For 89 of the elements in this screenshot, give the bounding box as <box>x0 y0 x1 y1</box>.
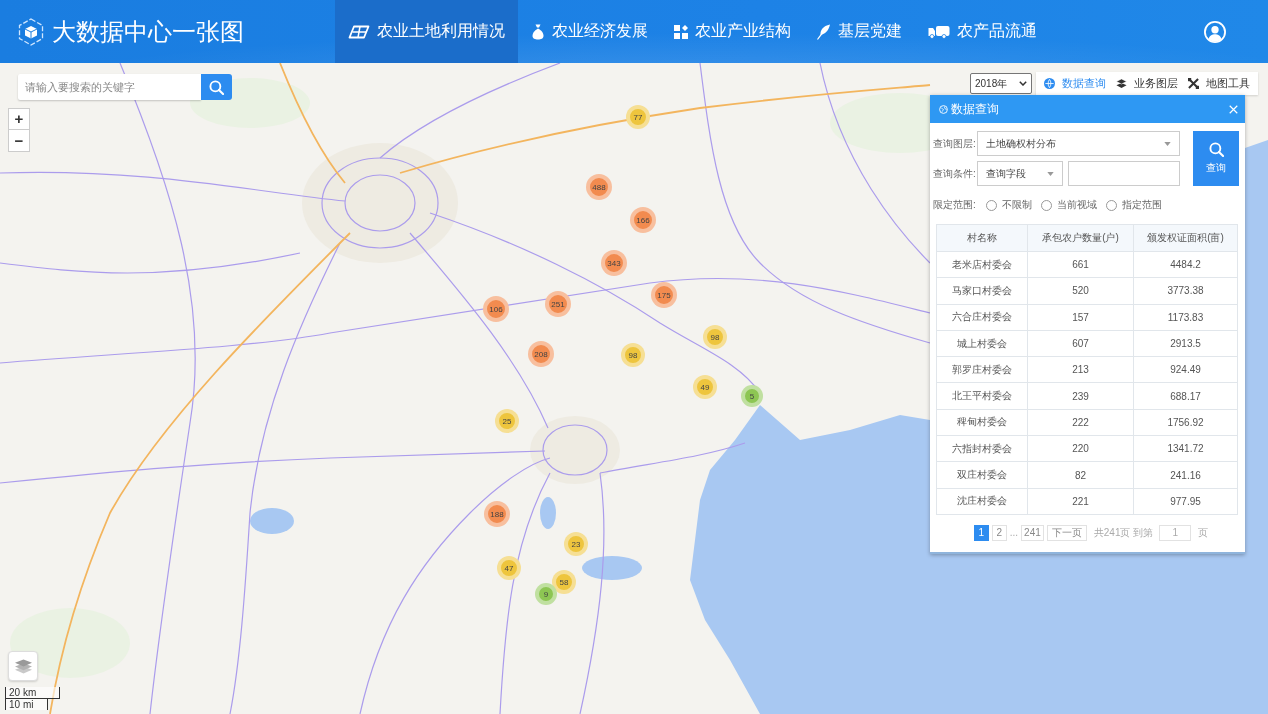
zoom-out-button[interactable]: − <box>8 130 30 152</box>
app-title: 大数据中心一张图 <box>52 16 244 47</box>
table-cell: 稗甸村委会 <box>936 409 1028 436</box>
table-cell: 城上村委会 <box>936 330 1028 357</box>
table-cell: 4484.2 <box>1133 251 1238 278</box>
search-icon <box>1208 142 1224 157</box>
table-cell: 239 <box>1027 383 1134 410</box>
table-cell: 六合庄村委会 <box>936 304 1028 331</box>
field-select[interactable]: 查询字段 <box>977 161 1063 186</box>
chevron-down-icon <box>1019 81 1027 86</box>
page-ellipsis: ... <box>1009 527 1019 539</box>
table-cell: 213 <box>1027 356 1134 383</box>
toolbar-button[interactable]: 业务图层 <box>1112 76 1182 91</box>
table-cell: 双庄村委会 <box>936 461 1028 489</box>
table-cell: 1341.72 <box>1133 435 1238 462</box>
page-button[interactable]: 241 <box>1021 524 1044 541</box>
layers-button[interactable] <box>8 651 38 681</box>
metric-scale-bar: 20 km <box>5 687 60 699</box>
table-cell: 1173.83 <box>1133 304 1238 331</box>
field-label: 查询图层: <box>933 136 977 151</box>
radio-icon[interactable] <box>1106 199 1117 211</box>
zoom-in-button[interactable]: + <box>8 108 30 130</box>
search-icon <box>209 79 224 95</box>
page-total-label: 共241页 到第 <box>1093 525 1154 540</box>
caret-icon <box>1164 141 1171 146</box>
table-cell: 157 <box>1027 304 1134 331</box>
table-cell: 241.16 <box>1133 461 1238 489</box>
next-page-button[interactable]: 下一页 <box>1046 524 1087 541</box>
page-button[interactable]: 2 <box>991 524 1007 541</box>
table-cell: 3773.38 <box>1133 277 1238 305</box>
table-cell: 沈庄村委会 <box>936 488 1028 515</box>
tools-icon <box>1188 78 1199 89</box>
globe-icon <box>1044 78 1055 89</box>
input-field[interactable] <box>1068 161 1180 186</box>
year-select[interactable]: 2018年 <box>970 73 1032 94</box>
table-cell: 520 <box>1027 277 1134 305</box>
caret-icon <box>1047 171 1054 176</box>
column-header: 颁发权证面积(亩) <box>1133 224 1238 252</box>
table-cell: 688.17 <box>1133 383 1238 410</box>
table-cell: 老米店村委会 <box>936 251 1028 278</box>
radio-option[interactable]: 指定范围 <box>1106 198 1162 212</box>
grid-icon <box>674 23 688 40</box>
table-cell: 222 <box>1027 409 1134 436</box>
leaf-icon <box>817 23 831 40</box>
radio-option[interactable]: 不限制 <box>986 198 1032 212</box>
radio-icon[interactable] <box>1041 199 1052 211</box>
search-button[interactable] <box>201 74 232 100</box>
layers-icon <box>13 657 33 675</box>
table-cell: 2913.5 <box>1133 330 1238 357</box>
table-cell: 六指封村委会 <box>936 435 1028 462</box>
column-header: 村名称 <box>936 224 1028 252</box>
table-cell: 1756.92 <box>1133 409 1238 436</box>
page-button[interactable]: 1 <box>973 524 989 541</box>
user-avatar-icon[interactable] <box>1204 20 1226 43</box>
truck-icon <box>928 24 950 39</box>
query-button[interactable]: 查询 <box>1193 131 1239 186</box>
field-label: 限定范围: <box>933 198 977 212</box>
layer-select[interactable]: 土地确权村分布 <box>977 131 1180 156</box>
imperial-scale-bar: 10 mi <box>5 699 48 710</box>
table-cell: 924.49 <box>1133 356 1238 383</box>
radio-icon[interactable] <box>986 199 997 211</box>
toolbar-button[interactable]: 地图工具 <box>1184 76 1254 91</box>
nav-tab[interactable]: 农业产业结构 <box>661 0 804 63</box>
radio-option[interactable]: 当前视域 <box>1041 198 1097 212</box>
page-unit-label: 页 <box>1198 525 1209 540</box>
table-cell: 221 <box>1027 488 1134 515</box>
field-label: 查询条件: <box>933 166 977 181</box>
money-bag-icon <box>531 23 545 40</box>
nav-tab[interactable]: 农业经济发展 <box>518 0 661 63</box>
tile-icon <box>348 24 370 39</box>
nav-tab[interactable]: 农产品流通 <box>915 0 1050 63</box>
table-cell: 977.95 <box>1133 488 1238 515</box>
panel-title: 数据查询 <box>951 100 999 118</box>
table-cell: 郭罗庄村委会 <box>936 356 1028 383</box>
layers-icon <box>1116 78 1127 89</box>
toolbar-button[interactable]: 数据查询 <box>1040 76 1110 91</box>
table-cell: 607 <box>1027 330 1134 357</box>
table-cell: 82 <box>1027 461 1134 489</box>
table-cell: 220 <box>1027 435 1134 462</box>
globe-icon <box>939 104 948 114</box>
column-header: 承包农户数量(户) <box>1027 224 1134 252</box>
table-cell: 北王平村委会 <box>936 383 1028 410</box>
cube-logo-icon <box>18 17 44 46</box>
search-field[interactable]: 请输入要搜索的关键字 <box>18 74 201 100</box>
close-icon[interactable] <box>1229 104 1238 114</box>
table-cell: 马家口村委会 <box>936 277 1028 305</box>
table-cell: 661 <box>1027 251 1134 278</box>
nav-tab[interactable]: 农业土地利用情况 <box>335 0 518 63</box>
nav-tab[interactable]: 基层党建 <box>804 0 915 63</box>
